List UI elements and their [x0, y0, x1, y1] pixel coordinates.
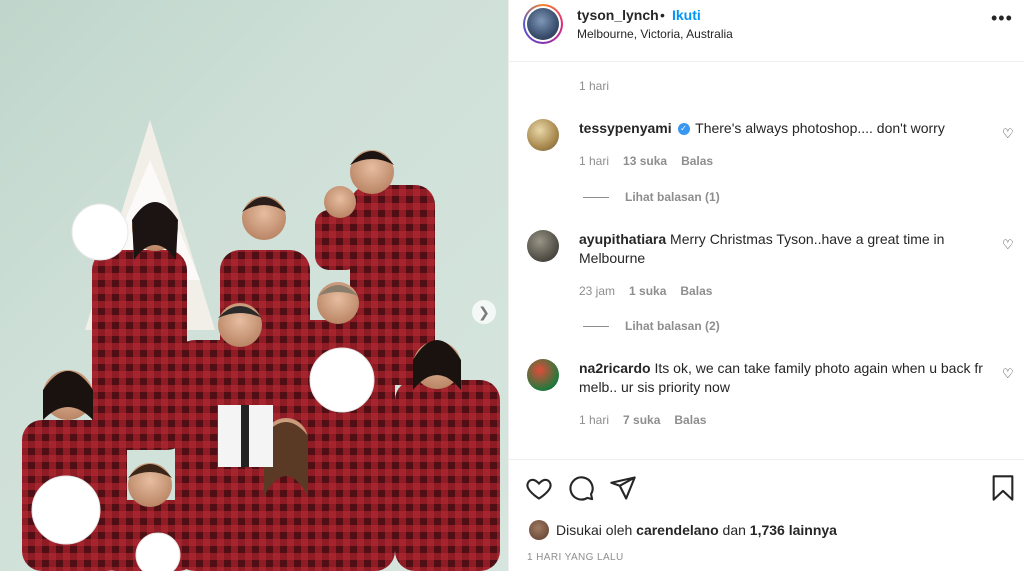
comment-text: There's always photoshop.... don't worry [695, 120, 945, 136]
liked-by-count[interactable]: 1,736 lainnya [750, 522, 837, 538]
more-options-icon[interactable]: ••• [991, 8, 1013, 29]
liked-by-and: dan [722, 522, 746, 538]
comment-meta: 1 hari 13 suka Balas [579, 154, 713, 168]
comment-time: 23 jam [579, 284, 616, 298]
comment-username[interactable]: ayupithatiara [579, 231, 666, 247]
comment-body: tessypenyami ✓ There's always photoshop.… [579, 119, 991, 138]
comment-avatar[interactable] [527, 230, 559, 262]
separator-dot: • [660, 7, 665, 23]
comment-like-heart-icon[interactable]: ♡ [1002, 126, 1014, 142]
replies-divider [583, 325, 609, 327]
comment-avatar[interactable] [527, 359, 559, 391]
comment-like-count[interactable]: 7 suka [623, 413, 660, 427]
view-replies-label: Lihat balasan (1) [625, 190, 720, 204]
comment-time: 1 hari [579, 413, 610, 427]
post-actions: Disukai oleh carendelano dan 1,736 lainn… [509, 459, 1024, 571]
comment-icon[interactable] [567, 474, 595, 502]
comment-like-heart-icon[interactable]: ♡ [1002, 366, 1014, 382]
view-replies-label: Lihat balasan (2) [625, 319, 720, 333]
comment-like-count[interactable]: 13 suka [623, 154, 667, 168]
comment-meta: 1 hari 7 suka Balas [579, 413, 706, 427]
view-replies-button[interactable]: Lihat balasan (1) [583, 190, 720, 204]
post-location[interactable]: Melbourne, Victoria, Australia [577, 27, 733, 41]
liker-avatar[interactable] [529, 520, 549, 540]
caption-time: 1 hari [579, 79, 610, 93]
comment-body: na2ricardo Its ok, we can take family ph… [579, 359, 991, 397]
family-photo-illustration [22, 120, 500, 571]
bookmark-icon[interactable] [989, 474, 1017, 502]
comment-username[interactable]: tessypenyami [579, 120, 672, 136]
comment-reply-button[interactable]: Balas [674, 413, 706, 427]
comments-list[interactable]: 1 hari tessypenyami ✓ There's always pho… [509, 62, 1024, 458]
comment-body: ayupithatiara Merry Christmas Tyson..hav… [579, 230, 991, 268]
post-timestamp[interactable]: 1 HARI YANG LALU [527, 552, 624, 563]
post-photo: ❯ [0, 0, 508, 571]
comment-avatar[interactable] [527, 119, 559, 151]
liked-by: Disukai oleh carendelano dan 1,736 lainn… [529, 520, 837, 540]
comment-meta: 23 jam 1 suka Balas [579, 284, 712, 298]
chevron-right-icon: ❯ [478, 303, 490, 320]
author-username[interactable]: tyson_lynch [577, 7, 659, 23]
liked-by-prefix: Disukai oleh [556, 522, 633, 538]
author-avatar-image [527, 8, 559, 40]
comment-username[interactable]: na2ricardo [579, 360, 651, 376]
comment-time: 1 hari [579, 154, 610, 168]
post-header: tyson_lynch • Ikuti Melbourne, Victoria,… [509, 0, 1024, 62]
author-avatar[interactable] [523, 4, 563, 44]
replies-divider [583, 196, 609, 198]
view-replies-button[interactable]: Lihat balasan (2) [583, 319, 720, 333]
share-icon[interactable] [609, 474, 637, 502]
comment-reply-button[interactable]: Balas [681, 154, 713, 168]
liked-by-user[interactable]: carendelano [636, 522, 718, 538]
comment-reply-button[interactable]: Balas [680, 284, 712, 298]
post-side-panel: tyson_lynch • Ikuti Melbourne, Victoria,… [508, 0, 1024, 571]
follow-button[interactable]: Ikuti [672, 7, 701, 23]
comment-like-heart-icon[interactable]: ♡ [1002, 237, 1014, 253]
comment-like-count[interactable]: 1 suka [629, 284, 666, 298]
next-photo-button[interactable]: ❯ [472, 300, 496, 324]
verified-badge-icon: ✓ [677, 123, 690, 136]
heart-icon[interactable] [525, 474, 553, 502]
